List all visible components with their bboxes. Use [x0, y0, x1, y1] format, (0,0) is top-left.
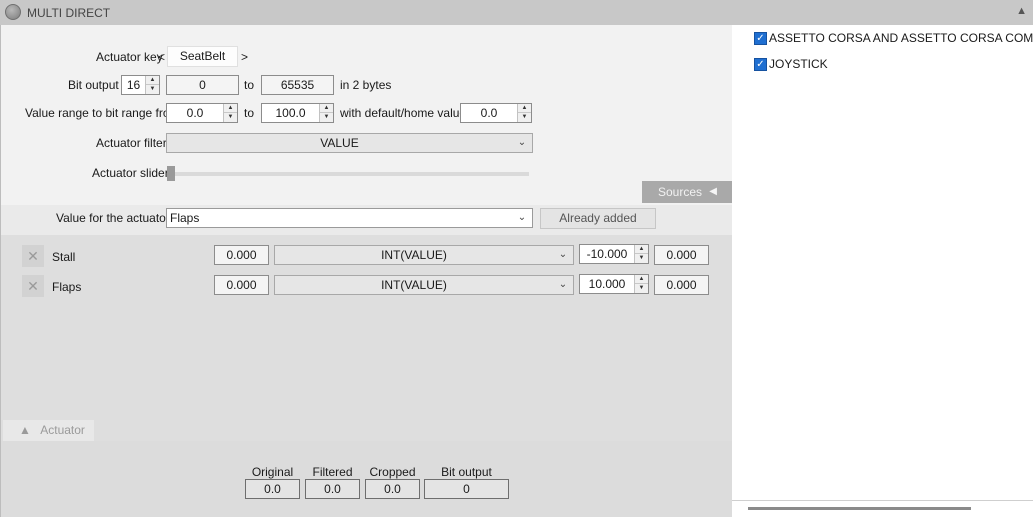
- triangle-left-icon: ◀: [709, 186, 717, 197]
- range-to-label: to: [244, 106, 255, 120]
- stepper-down-icon[interactable]: ▼: [518, 113, 531, 122]
- value-for-actuator-row: Value for the actuator Flaps ⌄ Already a…: [1, 205, 733, 235]
- remove-x-icon[interactable]: ✕: [22, 245, 44, 267]
- filtered-header: Filtered: [312, 465, 353, 479]
- source-formula-select[interactable]: INT(VALUE) ⌄: [274, 275, 574, 295]
- actuator-key-next-button[interactable]: >: [241, 50, 248, 64]
- source-name: Stall: [52, 250, 76, 264]
- actuator-tab[interactable]: ▲ Actuator: [3, 420, 94, 441]
- actuator-key-value[interactable]: SeatBelt: [167, 46, 238, 67]
- actuator-key-label: Actuator key: [96, 50, 163, 64]
- sources-tab-label: Sources: [658, 185, 703, 199]
- checkbox-checked-icon[interactable]: ✓: [754, 32, 767, 45]
- actuator-tab-label: Actuator: [40, 423, 85, 437]
- stepper-up-icon[interactable]: ▲: [224, 104, 237, 113]
- range-to-stepper[interactable]: 100.0 ▲ ▼: [261, 103, 334, 123]
- cropped-header: Cropped: [369, 465, 416, 479]
- source-current-value: 0.000: [214, 245, 269, 265]
- source-formula-value: INT(VALUE): [381, 278, 447, 292]
- source-name: Flaps: [52, 280, 82, 294]
- chevron-down-icon: ⌄: [558, 249, 568, 260]
- filtered-value: 0.0: [305, 479, 360, 499]
- actuator-filter-value: VALUE: [320, 136, 359, 150]
- source-current-value: 0.000: [214, 275, 269, 295]
- value-for-actuator-label: Value for the actuator: [56, 211, 170, 225]
- value-for-actuator-select[interactable]: Flaps ⌄: [166, 208, 533, 228]
- value-for-actuator-value: Flaps: [170, 211, 200, 225]
- source-factor-stepper[interactable]: -10.000 ▲ ▼: [579, 244, 649, 264]
- cropped-value: 0.0: [365, 479, 420, 499]
- bit-output-stepper[interactable]: 16 ▲ ▼: [121, 75, 160, 95]
- bit-output-label: Bit output: [68, 78, 119, 92]
- bit-to-label: to: [244, 78, 255, 92]
- stepper-up-icon[interactable]: ▲: [635, 275, 648, 284]
- stepper-down-icon[interactable]: ▼: [635, 254, 648, 263]
- stepper-up-icon[interactable]: ▲: [635, 245, 648, 254]
- chevron-down-icon: ⌄: [558, 279, 568, 290]
- bit-output-value: 0: [424, 479, 509, 499]
- stepper-down-icon[interactable]: ▼: [146, 85, 159, 94]
- range-to-value[interactable]: 100.0: [262, 104, 319, 122]
- game-item-label: ASSETTO CORSA AND ASSETTO CORSA COMPETIZ…: [769, 31, 1033, 45]
- bit-output-value[interactable]: 16: [122, 76, 145, 94]
- output-readout-panel: Original Filtered Cropped Bit output 0.0…: [1, 441, 733, 517]
- range-from-stepper[interactable]: 0.0 ▲ ▼: [166, 103, 238, 123]
- default-value[interactable]: 0.0: [461, 104, 517, 122]
- default-value-stepper[interactable]: 0.0 ▲ ▼: [460, 103, 532, 123]
- stepper-up-icon[interactable]: ▲: [146, 76, 159, 85]
- source-result-value: 0.000: [654, 245, 709, 265]
- actuator-filter-label: Actuator filter: [96, 136, 167, 150]
- chevron-down-icon: ⌄: [517, 212, 527, 223]
- value-range-label: Value range to bit range from: [25, 106, 180, 120]
- default-value-label: with default/home value: [340, 106, 467, 120]
- bit-bytes-label: in 2 bytes: [340, 78, 392, 92]
- app-logo-icon: [5, 4, 21, 20]
- bit-output-header: Bit output: [441, 465, 492, 479]
- actuator-filter-select[interactable]: VALUE ⌄: [166, 133, 533, 153]
- stepper-up-icon[interactable]: ▲: [320, 104, 333, 113]
- original-header: Original: [251, 465, 294, 479]
- stepper-down-icon[interactable]: ▼: [224, 113, 237, 122]
- source-factor-stepper[interactable]: 10.000 ▲ ▼: [579, 274, 649, 294]
- already-added-button[interactable]: Already added: [540, 208, 656, 229]
- range-from-value[interactable]: 0.0: [167, 104, 223, 122]
- window-title: MULTI DIRECT: [27, 6, 111, 20]
- actuator-config-panel: Actuator key < SeatBelt > Bit output 16 …: [1, 25, 733, 205]
- title-bar: MULTI DIRECT ▲: [0, 0, 1033, 25]
- triangle-up-icon: ▲: [19, 423, 31, 437]
- actuator-editor: Actuator key < SeatBelt > Bit output 16 …: [0, 25, 733, 517]
- stepper-down-icon[interactable]: ▼: [635, 284, 648, 293]
- actuator-slider-thumb[interactable]: [167, 166, 175, 181]
- source-result-value: 0.000: [654, 275, 709, 295]
- game-item-label: JOYSTICK: [769, 57, 828, 71]
- actuator-slider-label: Actuator slider: [92, 166, 169, 180]
- source-formula-value: INT(VALUE): [381, 248, 447, 262]
- collapse-triangle-up-icon[interactable]: ▲: [1016, 5, 1027, 17]
- chevron-down-icon: ⌄: [517, 137, 527, 148]
- bit-min-field: 0: [166, 75, 239, 95]
- source-formula-select[interactable]: INT(VALUE) ⌄: [274, 245, 574, 265]
- source-factor-value[interactable]: 10.000: [580, 275, 634, 293]
- stepper-up-icon[interactable]: ▲: [518, 104, 531, 113]
- original-value: 0.0: [245, 479, 300, 499]
- horizontal-scrollbar[interactable]: [732, 500, 1033, 517]
- game-list-panel: ✓ ASSETTO CORSA AND ASSETTO CORSA COMPET…: [732, 25, 1033, 500]
- bit-max-field: 65535: [261, 75, 334, 95]
- remove-x-icon[interactable]: ✕: [22, 275, 44, 297]
- actuator-slider-track[interactable]: [167, 172, 529, 176]
- sources-tab[interactable]: Sources ◀: [642, 181, 733, 203]
- checkbox-checked-icon[interactable]: ✓: [754, 58, 767, 71]
- scrollbar-thumb[interactable]: [748, 507, 971, 510]
- stepper-down-icon[interactable]: ▼: [320, 113, 333, 122]
- source-factor-value[interactable]: -10.000: [580, 245, 634, 263]
- actuator-key-prev-button[interactable]: <: [158, 50, 165, 64]
